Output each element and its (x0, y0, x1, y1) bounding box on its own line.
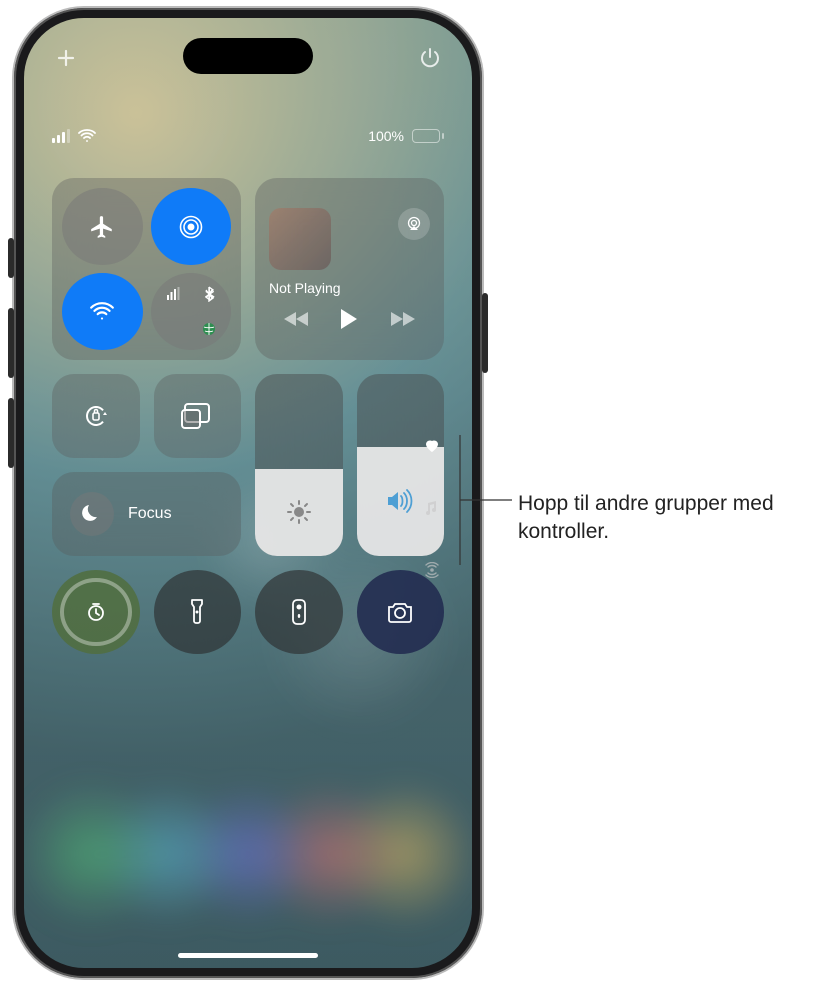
timer-button[interactable] (52, 570, 140, 654)
focus-button[interactable]: Focus (52, 472, 241, 556)
now-playing-label: Not Playing (269, 280, 430, 296)
satellite-icon (193, 314, 225, 345)
add-control-button[interactable] (52, 44, 80, 72)
remote-button[interactable] (255, 570, 343, 654)
phone-frame: 100% (14, 8, 482, 978)
focus-label: Focus (128, 505, 172, 523)
prev-track-button[interactable] (284, 310, 310, 328)
now-playing-tile[interactable]: Not Playing (255, 178, 444, 360)
power-button[interactable] (416, 44, 444, 72)
brightness-icon (286, 499, 312, 525)
cellular-data-icon (157, 279, 189, 310)
play-button[interactable] (339, 308, 359, 330)
control-center-grid: Not Playing (52, 178, 444, 654)
home-indicator[interactable] (178, 953, 318, 958)
screen-mirroring-button[interactable] (154, 374, 242, 458)
brightness-slider[interactable] (255, 374, 343, 556)
page-indicator[interactable] (424, 438, 440, 578)
flashlight-button[interactable] (154, 570, 242, 654)
next-track-button[interactable] (389, 310, 415, 328)
battery-icon (412, 129, 444, 143)
side-button-vol-up (8, 308, 14, 378)
side-button-action (8, 238, 14, 278)
callout-text: Hopp til andre grupper med kontroller. (518, 490, 827, 547)
wifi-status-icon (78, 129, 96, 143)
airplay-button[interactable] (398, 208, 430, 240)
page-dot-favorites-icon[interactable] (424, 438, 440, 454)
screen: 100% (24, 18, 472, 968)
status-bar: 100% (24, 128, 472, 144)
wifi-toggle[interactable] (62, 273, 143, 350)
side-button-power (482, 293, 488, 373)
orientation-lock-toggle[interactable] (52, 374, 140, 458)
airplane-mode-toggle[interactable] (62, 188, 143, 265)
volume-icon (386, 489, 414, 513)
battery-percent-label: 100% (368, 128, 404, 144)
connectivity-more[interactable] (151, 273, 232, 350)
airdrop-toggle[interactable] (151, 188, 232, 265)
side-button-vol-down (8, 398, 14, 468)
bluetooth-icon (193, 279, 225, 310)
album-art (269, 208, 331, 270)
page-dot-music-icon[interactable] (425, 500, 439, 516)
page-dot-connectivity-icon[interactable] (424, 562, 440, 578)
do-not-disturb-icon (70, 492, 114, 536)
camera-button[interactable] (357, 570, 445, 654)
dynamic-island (183, 38, 313, 74)
cellular-signal-icon (52, 129, 70, 143)
connectivity-tile[interactable] (52, 178, 241, 360)
